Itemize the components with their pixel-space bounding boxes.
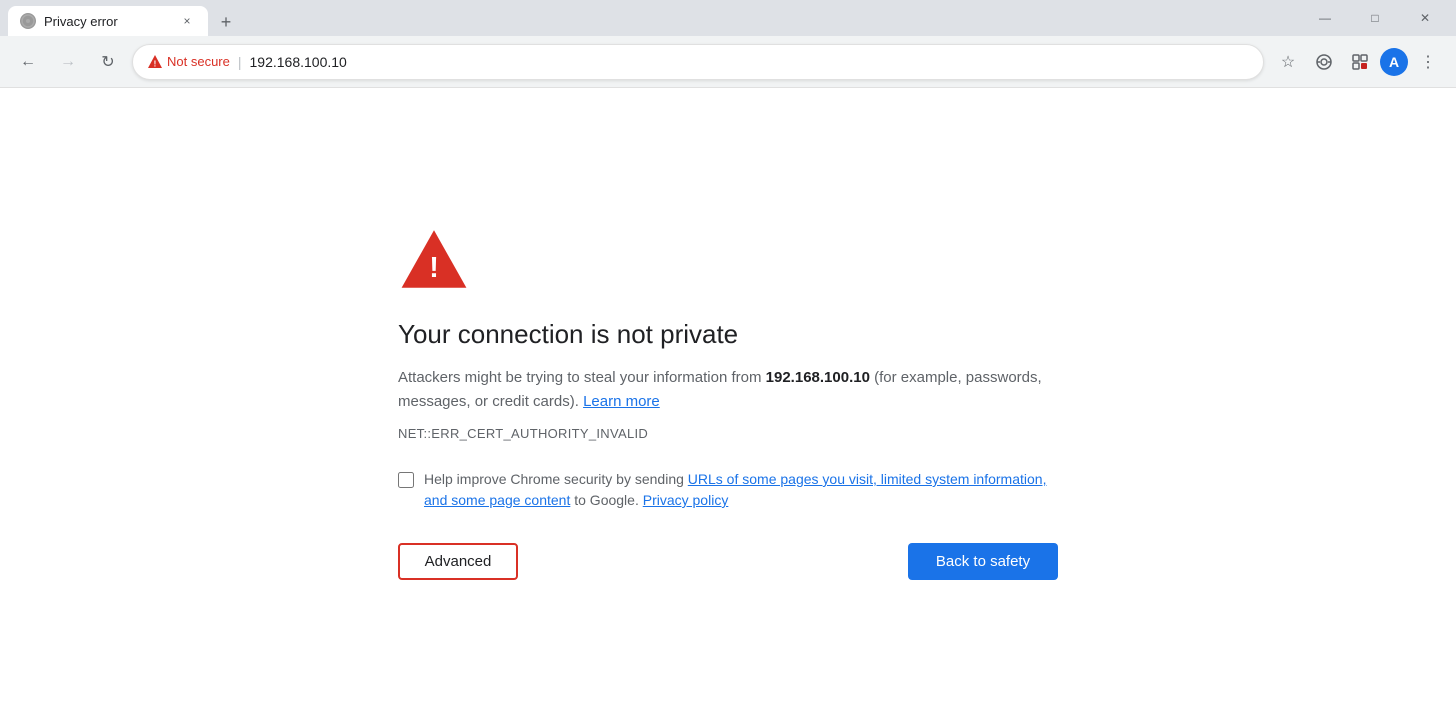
forward-icon: → xyxy=(60,53,76,71)
reload-button[interactable]: ↻ xyxy=(92,46,124,78)
checkbox-row: Help improve Chrome security by sending … xyxy=(398,469,1058,511)
profile-initial: A xyxy=(1389,54,1399,70)
warning-triangle-icon: ! xyxy=(147,54,163,70)
tab-favicon xyxy=(20,13,36,29)
close-button[interactable]: ✕ xyxy=(1402,0,1448,36)
back-icon: ← xyxy=(20,53,36,71)
learn-more-link[interactable]: Learn more xyxy=(583,393,660,410)
title-bar: Privacy error × + — □ ✕ xyxy=(0,0,1456,36)
menu-icon: ⋮ xyxy=(1420,52,1436,72)
not-secure-label: Not secure xyxy=(167,54,230,69)
checkbox-label: Help improve Chrome security by sending … xyxy=(424,469,1058,511)
checkbox-text-mid: to Google. xyxy=(570,492,642,508)
tab-close-button[interactable]: × xyxy=(178,12,196,30)
advanced-button[interactable]: Advanced xyxy=(398,543,518,580)
url-separator: | xyxy=(238,54,242,70)
address-bar: ← → ↻ ! Not secure | 192.168.100.10 ☆ xyxy=(0,36,1456,88)
warning-icon: ! xyxy=(398,223,470,295)
spy-icon-button[interactable] xyxy=(1308,46,1340,78)
bookmark-icon: ☆ xyxy=(1281,52,1295,72)
active-tab[interactable]: Privacy error × xyxy=(8,6,208,36)
spy-icon xyxy=(1314,52,1334,72)
error-container: ! Your connection is not private Attacke… xyxy=(358,203,1098,600)
security-checkbox[interactable] xyxy=(398,472,414,488)
window-controls: — □ ✕ xyxy=(1302,0,1448,36)
new-tab-button[interactable]: + xyxy=(212,8,240,36)
bookmark-button[interactable]: ☆ xyxy=(1272,46,1304,78)
domain-text: 192.168.100.10 xyxy=(766,369,870,386)
back-to-safety-button[interactable]: Back to safety xyxy=(908,543,1058,580)
svg-text:!: ! xyxy=(154,59,157,68)
extension-icon xyxy=(1350,52,1370,72)
svg-text:!: ! xyxy=(429,252,439,284)
error-code: NET::ERR_CERT_AUTHORITY_INVALID xyxy=(398,426,648,441)
not-secure-indicator: ! Not secure xyxy=(147,54,230,70)
tab-bar: Privacy error × + xyxy=(8,0,1298,36)
buttons-row: Advanced Back to safety xyxy=(398,543,1058,580)
description-before: Attackers might be trying to steal your … xyxy=(398,369,766,386)
url-text: 192.168.100.10 xyxy=(250,54,1249,70)
back-button[interactable]: ← xyxy=(12,46,44,78)
profile-button[interactable]: A xyxy=(1380,48,1408,76)
minimize-button[interactable]: — xyxy=(1302,0,1348,36)
error-title: Your connection is not private xyxy=(398,319,738,350)
extension-button[interactable] xyxy=(1344,46,1376,78)
page-content: ! Your connection is not private Attacke… xyxy=(0,88,1456,715)
privacy-policy-link[interactable]: Privacy policy xyxy=(643,492,729,508)
forward-button[interactable]: → xyxy=(52,46,84,78)
toolbar-icons: ☆ A xyxy=(1272,46,1444,78)
reload-icon: ↻ xyxy=(101,52,114,72)
error-description: Attackers might be trying to steal your … xyxy=(398,366,1058,414)
menu-button[interactable]: ⋮ xyxy=(1412,46,1444,78)
checkbox-text-before: Help improve Chrome security by sending xyxy=(424,471,688,487)
browser-window: Privacy error × + — □ ✕ ← → ↻ ! xyxy=(0,0,1456,715)
maximize-button[interactable]: □ xyxy=(1352,0,1398,36)
url-bar[interactable]: ! Not secure | 192.168.100.10 xyxy=(132,44,1264,80)
tab-label: Privacy error xyxy=(44,14,170,29)
